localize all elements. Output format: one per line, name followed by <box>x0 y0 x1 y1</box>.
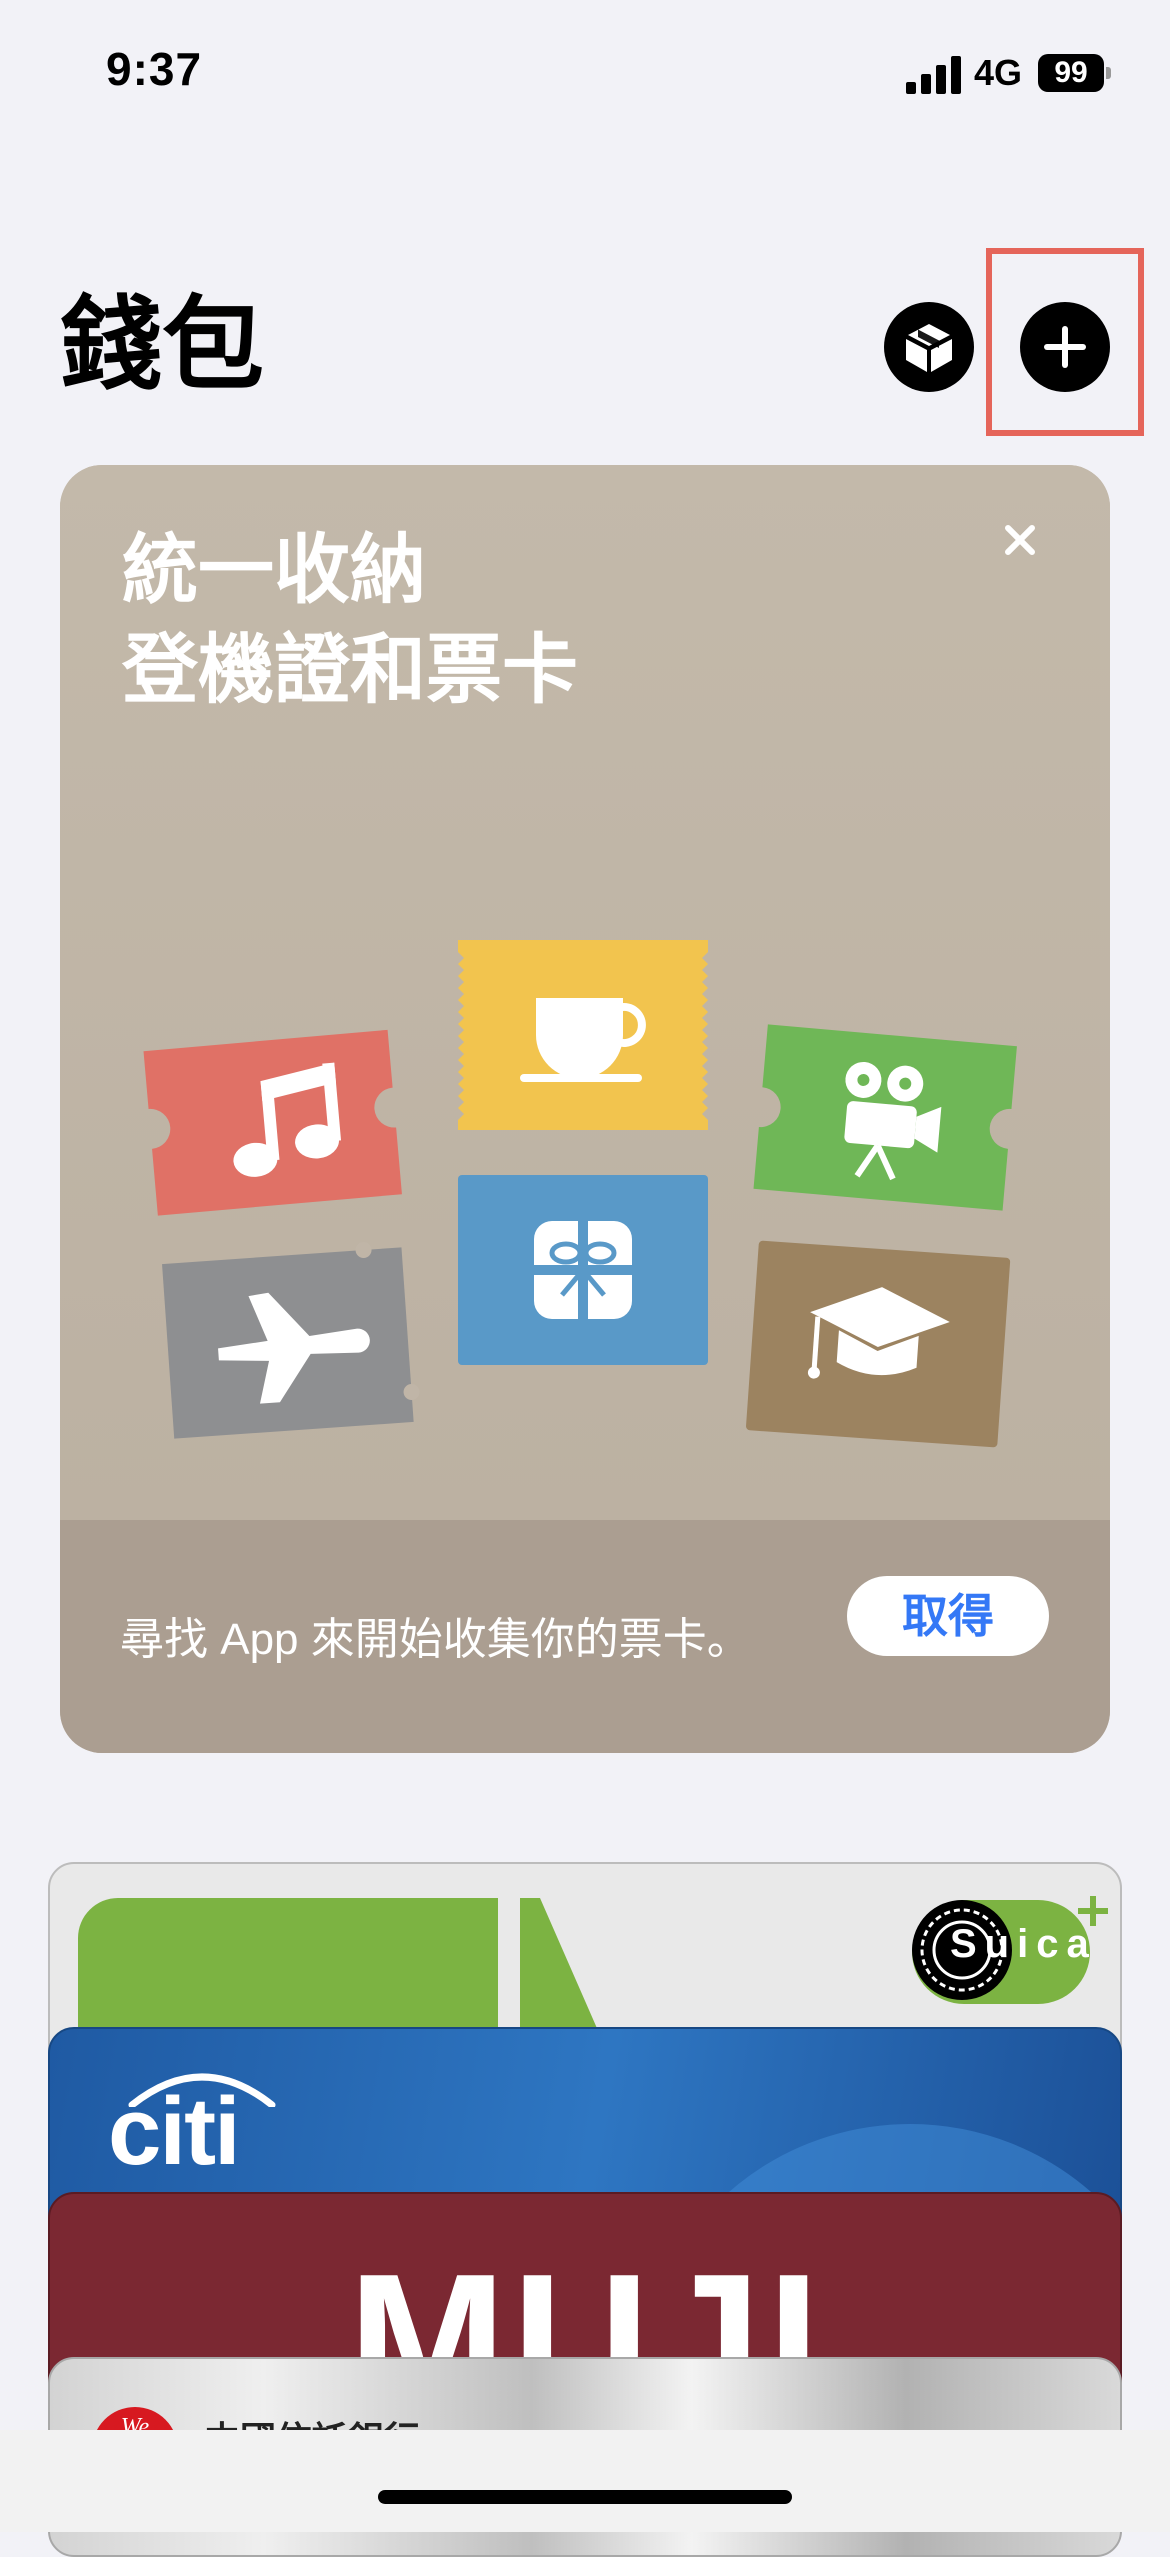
highlight-box <box>986 248 1144 436</box>
suica-logo-text: Suica <box>950 1922 1097 1966</box>
status-time: 9:37 <box>106 43 203 95</box>
citi-logo: citi <box>108 2078 241 2185</box>
close-icon[interactable] <box>1000 520 1040 560</box>
get-button[interactable]: 取得 <box>847 1576 1049 1656</box>
coffee-cup-icon <box>458 940 708 1130</box>
page-title: 錢包 <box>60 286 264 405</box>
movie-camera-icon <box>753 1024 1017 1211</box>
plus-icon <box>1078 1896 1108 1926</box>
home-indicator[interactable] <box>378 2490 792 2504</box>
home-area <box>0 2430 1170 2532</box>
airplane-icon <box>162 1241 420 1439</box>
cellular-signal-icon <box>906 56 961 94</box>
music-note-icon <box>143 1029 402 1216</box>
promo-card: 統一收納 登機證和票卡 尋找 App 來開始收集你的票卡。 取得 <box>60 465 1110 1753</box>
promo-heading: 統一收納 登機證和票卡 <box>122 520 578 720</box>
orders-button[interactable] <box>884 302 974 392</box>
network-type: 4G <box>974 52 1023 93</box>
package-icon <box>906 324 952 372</box>
battery-icon: 99 <box>1038 54 1111 92</box>
promo-heading-line1: 統一收納 <box>122 525 426 614</box>
promo-footer-text: 尋找 App 來開始收集你的票卡。 <box>120 1615 751 1664</box>
gift-icon <box>458 1175 708 1365</box>
graduation-cap-icon <box>746 1240 1011 1448</box>
battery-level: 99 <box>1054 56 1088 89</box>
promo-heading-line2: 登機證和票卡 <box>122 625 578 714</box>
